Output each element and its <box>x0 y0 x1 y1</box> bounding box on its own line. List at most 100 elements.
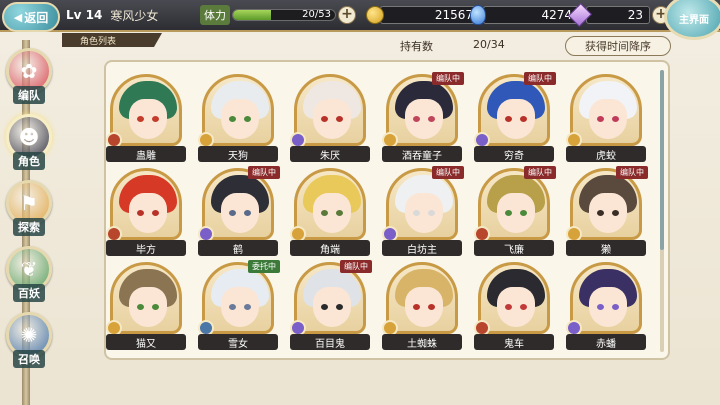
portrait-eye <box>428 210 435 216</box>
character-name: 穷奇 <box>474 146 554 162</box>
character-card[interactable]: 编队中 酒吞童子 <box>382 72 464 166</box>
sort-button[interactable]: 获得时间降序 <box>565 36 671 56</box>
character-name: 白坊主 <box>382 240 462 256</box>
party-status-badge: 编队中 <box>524 166 556 179</box>
portrait-eye <box>413 304 420 310</box>
portrait-face <box>313 193 351 233</box>
character-card[interactable]: 编队中白坊主 <box>382 166 464 260</box>
stamina-bar: 20/53 <box>232 9 336 21</box>
character-name: 鹤 <box>198 240 278 256</box>
portrait-eye <box>137 116 144 122</box>
portrait-eye <box>336 210 343 216</box>
portrait-eye <box>413 210 420 216</box>
portrait-face <box>589 193 627 233</box>
sidebar-item-1[interactable]: ✿ 编队 <box>4 48 54 112</box>
portrait-face <box>129 287 167 327</box>
sidebar-item-label: 召唤 <box>13 350 45 368</box>
grid-scroll-thumb[interactable] <box>660 70 664 250</box>
portrait-face <box>497 287 535 327</box>
player-name: 寒风少女 <box>110 8 159 23</box>
sidebar-item-2[interactable]: ☻ 角色 <box>4 114 54 178</box>
portrait-face <box>497 99 535 139</box>
grid-scrollbar[interactable] <box>660 70 664 352</box>
portrait-eye <box>505 116 512 122</box>
character-card[interactable]: 角端 <box>290 168 370 260</box>
portrait-eye <box>244 210 251 216</box>
character-card[interactable]: 毕方 <box>106 168 186 260</box>
portrait-eye <box>520 304 527 310</box>
portrait-eye <box>505 304 512 310</box>
stamina-label: 体力 <box>200 5 230 25</box>
back-button[interactable]: ◀ 返回 <box>2 2 60 32</box>
character-card[interactable]: 土蜘蛛 <box>382 262 462 354</box>
portrait-face <box>221 287 259 327</box>
portrait-eye <box>137 304 144 310</box>
portrait-eye <box>336 116 343 122</box>
portrait-eye <box>428 116 435 122</box>
portrait-face <box>405 287 443 327</box>
portrait-face <box>405 99 443 139</box>
portrait-eye <box>229 210 236 216</box>
character-grid: 蛊雕 天狗 朱厌 编队中 酒吞童子 编队中 穷奇 虎蛟 毕方 编队中鹤角端 编队中 白坊主 编队中 飞廉编… <box>106 72 664 356</box>
portrait-eye <box>428 304 435 310</box>
portrait-eye <box>244 304 251 310</box>
character-card[interactable]: 编队中 穷奇 <box>474 72 556 166</box>
portrait-eye <box>152 210 159 216</box>
character-name: 雪女 <box>198 334 278 350</box>
portrait-face <box>405 193 443 233</box>
character-card[interactable]: 猫又 <box>106 262 186 354</box>
main-menu-label: 主界面 <box>679 14 709 26</box>
owned-label: 持有数 <box>400 40 433 53</box>
sidebar-item-4[interactable]: ❦ 百妖 <box>4 246 54 310</box>
party-status-badge: 编队中 <box>432 166 464 179</box>
character-card[interactable]: 编队中鹤 <box>198 166 280 260</box>
character-name: 飞廉 <box>474 240 554 256</box>
party-status-badge: 编队中 <box>340 260 372 273</box>
side-nav: ✿ 编队 ☻ 角色 ⚑ 探索 ❦ 百妖 ✺ 召唤 <box>0 40 64 405</box>
character-card[interactable]: 天狗 <box>198 74 278 166</box>
party-status-badge: 编队中 <box>248 166 280 179</box>
character-card[interactable]: 赤蟠 <box>566 262 646 354</box>
gem-counter: 23 + <box>567 2 670 28</box>
character-card[interactable]: 蛊雕 <box>106 74 186 166</box>
character-card[interactable]: 编队中百目鬼 <box>290 260 372 354</box>
character-name: 毕方 <box>106 240 186 256</box>
portrait-eye <box>520 116 527 122</box>
portrait-face <box>313 99 351 139</box>
back-arrow-icon: ◀ <box>13 10 23 24</box>
character-card[interactable]: 虎蛟 <box>566 74 646 166</box>
portrait-eye <box>152 116 159 122</box>
sidebar-item-label: 编队 <box>13 86 45 104</box>
sidebar-item-label: 角色 <box>13 152 45 170</box>
portrait-face <box>221 193 259 233</box>
add-stamina-button[interactable]: + <box>338 6 356 24</box>
portrait-face <box>589 287 627 327</box>
character-card[interactable]: 委托中 雪女 <box>198 260 280 354</box>
sidebar-item-3[interactable]: ⚑ 探索 <box>4 180 54 244</box>
sidebar-item-5[interactable]: ✺ 召唤 <box>4 312 54 376</box>
character-name: 朱厌 <box>290 146 370 162</box>
stamina-bar-fill <box>233 10 272 20</box>
character-name: 酒吞童子 <box>382 146 462 162</box>
character-card[interactable]: 编队中獭 <box>566 166 648 260</box>
portrait-face <box>221 99 259 139</box>
top-status-bar: ◀ 返回 Lv 14 寒风少女 体力 20/53 + 21567 4274 23… <box>0 0 720 40</box>
character-card[interactable]: 编队中飞廉 <box>474 166 556 260</box>
owned-value: 20/34 <box>473 38 505 51</box>
character-name: 百目鬼 <box>290 334 370 350</box>
character-name: 天狗 <box>198 146 278 162</box>
portrait-eye <box>336 304 343 310</box>
portrait-eye <box>505 210 512 216</box>
portrait-face <box>129 99 167 139</box>
portrait-face <box>497 193 535 233</box>
portrait-eye <box>597 116 604 122</box>
character-name: 猫又 <box>106 334 186 350</box>
portrait-eye <box>597 210 604 216</box>
character-card[interactable]: 朱厌 <box>290 74 370 166</box>
character-card[interactable]: 鬼车 <box>474 262 554 354</box>
main-menu-button[interactable]: 主界面 <box>664 0 720 40</box>
character-name: 土蜘蛛 <box>382 334 462 350</box>
portrait-eye <box>612 210 619 216</box>
jade-counter: 4274 <box>470 5 579 25</box>
player-info: Lv 14 寒风少女 <box>66 3 196 27</box>
